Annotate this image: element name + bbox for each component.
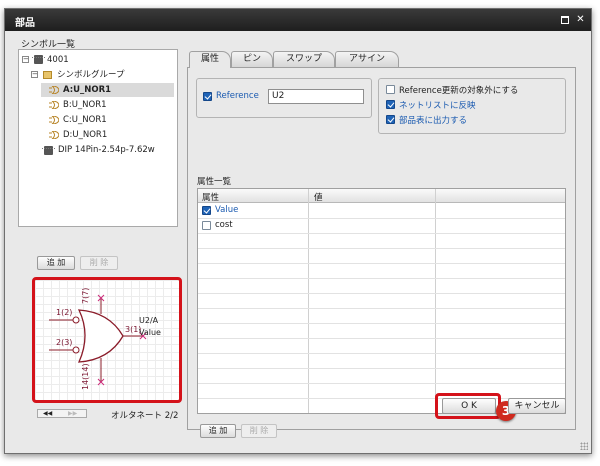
- attributes-panel: Reference U2 Reference更新の対象外にする ネットリストに反…: [187, 67, 576, 438]
- parts-dialog: 部品 ✕ シンボル一覧 − 4001 − シンボルグループ A:U_NOR1 B…: [4, 8, 592, 454]
- resize-grip-icon[interactable]: [580, 442, 588, 450]
- netlist-label: ネットリストに反映: [399, 101, 476, 111]
- attribute-add-button[interactable]: 追 加: [200, 424, 236, 438]
- chip-icon: [42, 146, 55, 155]
- table-header: 属性 値: [198, 189, 565, 203]
- tree-item-label: B:U_NOR1: [63, 100, 107, 110]
- tree-item-label: DIP 14Pin-2.54p-7.62w: [58, 145, 155, 155]
- attribute-list-heading: 属性一覧: [197, 177, 232, 187]
- cancel-button[interactable]: キャンセル: [508, 398, 566, 414]
- close-icon[interactable]: ✕: [574, 13, 587, 26]
- tree-item-label: C:U_NOR1: [63, 115, 107, 125]
- row-checkbox[interactable]: [202, 206, 211, 215]
- reference-input[interactable]: U2: [268, 89, 364, 104]
- netlist-checkbox[interactable]: [386, 100, 395, 109]
- collapse-icon[interactable]: −: [31, 71, 38, 78]
- bom-checkbox[interactable]: [386, 115, 395, 124]
- tree-item-label: シンボルグループ: [57, 70, 125, 80]
- symbol-delete-button[interactable]: 削 除: [80, 256, 118, 270]
- alternate-label: オルタネート 2/2: [111, 411, 179, 421]
- nor-gate-icon: [49, 101, 59, 109]
- reference-group: Reference U2: [196, 78, 372, 118]
- tab-swap[interactable]: スワップ: [273, 51, 335, 67]
- tree-item-label: 4001: [47, 55, 69, 65]
- table-row[interactable]: Value: [198, 204, 308, 218]
- nor-gate-icon: [49, 86, 59, 94]
- nor-gate-icon: [49, 116, 59, 124]
- tab-assign[interactable]: アサイン: [335, 51, 399, 67]
- window-title: 部品: [15, 18, 35, 29]
- tab-pins[interactable]: ピン: [231, 51, 273, 67]
- symbol-add-button[interactable]: 追 加: [37, 256, 75, 270]
- column-header-value: 値: [314, 193, 323, 203]
- attribute-table[interactable]: 属性 値 Value cost: [197, 188, 566, 414]
- exclude-update-checkbox[interactable]: [386, 85, 395, 94]
- title-bar: 部品 ✕: [5, 9, 591, 31]
- tree-item-label: D:U_NOR1: [63, 130, 108, 140]
- row-name: cost: [215, 220, 233, 230]
- collapse-icon[interactable]: −: [22, 56, 29, 63]
- bom-label: 部品表に出力する: [399, 116, 468, 126]
- prev-alternate-icon[interactable]: ◀◀: [43, 410, 52, 417]
- options-group: Reference更新の対象外にする ネットリストに反映 部品表に出力する: [378, 78, 566, 134]
- ok-highlight: [435, 393, 501, 419]
- table-row[interactable]: cost: [198, 219, 308, 233]
- row-checkbox[interactable]: [202, 221, 211, 230]
- nor-gate-icon: [49, 131, 59, 139]
- tab-attributes[interactable]: 属性: [189, 51, 231, 68]
- tree-item-symbol-a[interactable]: A:U_NOR1: [41, 83, 174, 97]
- attribute-delete-button[interactable]: 削 除: [241, 424, 277, 438]
- tree-item-label: A:U_NOR1: [63, 85, 112, 95]
- maximize-icon[interactable]: [558, 13, 571, 26]
- row-name: Value: [215, 205, 239, 215]
- symbol-tree[interactable]: − 4001 − シンボルグループ A:U_NOR1 B:U_NOR1 C:U_…: [18, 49, 178, 227]
- reference-label: Reference: [216, 91, 259, 101]
- next-alternate-icon[interactable]: ▶▶: [68, 410, 77, 417]
- reference-checkbox[interactable]: [203, 92, 212, 101]
- preview-highlight: [32, 277, 182, 403]
- alternate-nav[interactable]: ◀◀ ▶▶: [37, 409, 87, 418]
- column-header-attribute: 属性: [202, 193, 220, 203]
- chip-icon: [32, 55, 45, 64]
- exclude-update-label: Reference更新の対象外にする: [399, 86, 519, 96]
- folder-icon: [43, 71, 52, 79]
- dialog-content: シンボル一覧 − 4001 − シンボルグループ A:U_NOR1 B:U_NO…: [17, 37, 579, 441]
